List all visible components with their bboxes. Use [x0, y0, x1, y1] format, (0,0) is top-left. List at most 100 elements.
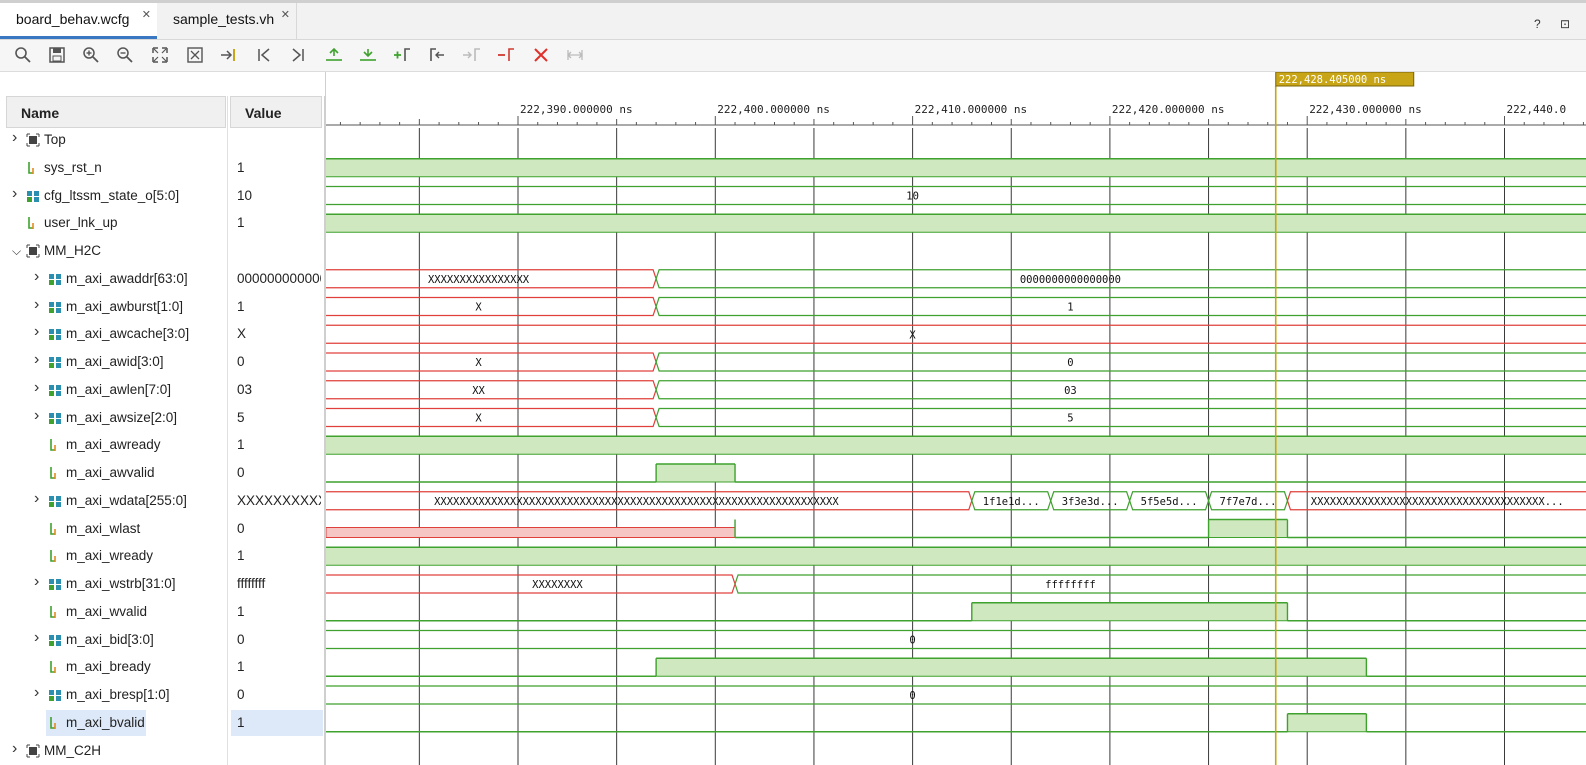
chevron-right-icon[interactable]: ›	[34, 351, 39, 369]
next-marker-icon[interactable]	[460, 45, 482, 65]
signal-row[interactable]: › m_axi_awsize[2:0] 5	[0, 404, 325, 432]
bus-value-label: 1	[1067, 302, 1073, 314]
waveform-viewer[interactable]: 222,390.000000 ns 222,400.000000 ns 222,41…	[325, 72, 1586, 765]
signal-row[interactable]: m_axi_awvalid 0	[0, 459, 325, 487]
signal-row[interactable]: › m_axi_awlen[7:0] 03	[0, 376, 325, 404]
bus-signal-icon	[48, 577, 62, 591]
close-icon[interactable]: ✕	[281, 8, 290, 21]
chevron-right-icon[interactable]: ›	[34, 629, 39, 647]
bus-segment	[326, 185, 1586, 206]
bus-signal-icon	[48, 355, 62, 369]
signal-value: 5	[237, 409, 245, 425]
chevron-right-icon[interactable]: ›	[34, 296, 39, 314]
signal-name: m_axi_awlen[7:0]	[66, 381, 172, 397]
go-to-last-time-icon[interactable]	[287, 45, 309, 65]
signal-group-row[interactable]: › Top	[0, 126, 325, 154]
signal-name: m_axi_awaddr[63:0]	[66, 270, 188, 286]
waveform-high	[326, 547, 1586, 566]
waveform-high	[326, 158, 1586, 177]
chevron-right-icon[interactable]: ›	[34, 684, 39, 702]
close-icon[interactable]: ✕	[142, 8, 151, 21]
bit-signal-icon	[48, 549, 62, 563]
delete-all-markers-icon[interactable]	[530, 45, 552, 65]
bus-signal-icon	[48, 411, 62, 425]
signal-row[interactable]: › m_axi_bid[3:0] 0	[0, 626, 325, 654]
signal-value: 1	[237, 298, 245, 314]
signal-name: sys_rst_n	[44, 159, 102, 175]
previous-marker-icon[interactable]	[426, 45, 448, 65]
value-column-header[interactable]: Value	[230, 96, 322, 128]
signal-row[interactable]: › m_axi_awburst[1:0] 1	[0, 293, 325, 321]
waveform-canvas[interactable]: 222,390.000000 ns 222,400.000000 ns 222,41…	[326, 72, 1586, 765]
tab-board-behav[interactable]: board_behav.wcfg ✕	[0, 3, 157, 39]
signal-row[interactable]: › m_axi_wdata[255:0] XXXXXXXXXXX	[0, 487, 325, 515]
signal-group-row[interactable]: › MM_C2H	[0, 737, 325, 765]
signal-row[interactable]: m_axi_bready 1	[0, 653, 325, 681]
snap-to-transition-icon[interactable]	[564, 45, 586, 65]
signal-row[interactable]: m_axi_wvalid 1	[0, 598, 325, 626]
bus-segment	[326, 629, 1586, 650]
signal-row[interactable]: m_axi_wready 1	[0, 542, 325, 570]
chevron-right-icon[interactable]: ›	[34, 323, 39, 341]
zoom-fit-icon[interactable]	[149, 45, 171, 65]
chevron-down-icon[interactable]: ⌵	[12, 244, 21, 259]
waveform-undefined	[326, 527, 736, 538]
signal-name: m_axi_awready	[66, 437, 161, 453]
signal-row[interactable]: › m_axi_wstrb[31:0] ffffffff	[0, 570, 325, 598]
waveform-high	[326, 214, 1586, 233]
signal-row[interactable]: sys_rst_n 1	[0, 154, 325, 182]
previous-transition-icon[interactable]	[323, 45, 345, 65]
signal-name: m_axi_wready	[66, 548, 154, 564]
bit-signal-icon	[26, 161, 40, 175]
zoom-full-icon[interactable]	[184, 45, 206, 65]
save-icon[interactable]	[46, 45, 68, 65]
delete-marker-icon[interactable]	[495, 45, 517, 65]
signal-name: MM_H2C	[44, 243, 102, 258]
bus-value-label: X	[475, 413, 482, 425]
bus-signal-icon	[48, 383, 62, 397]
bit-signal-icon	[48, 522, 62, 536]
signal-row[interactable]: m_axi_awready 1	[0, 431, 325, 459]
bit-signal-icon	[48, 438, 62, 452]
chevron-right-icon[interactable]: ›	[34, 407, 39, 425]
bus-value-label: X	[475, 302, 482, 314]
bus-signal-icon	[48, 494, 62, 508]
chevron-right-icon[interactable]: ›	[34, 573, 39, 591]
signal-row[interactable]: m_axi_wlast 0	[0, 515, 325, 543]
tab-sample-tests[interactable]: sample_tests.vh ✕	[157, 3, 297, 39]
chevron-right-icon[interactable]: ›	[34, 379, 39, 397]
bus-value-label: 10	[906, 191, 919, 203]
signal-row[interactable]: › m_axi_bresp[1:0] 0	[0, 681, 325, 709]
chevron-right-icon[interactable]: ›	[12, 129, 17, 147]
signal-name: m_axi_bvalid	[66, 714, 145, 730]
chevron-right-icon[interactable]: ›	[34, 268, 39, 286]
add-marker-icon[interactable]	[391, 45, 413, 65]
chevron-right-icon[interactable]: ›	[12, 185, 17, 203]
next-transition-icon[interactable]	[357, 45, 379, 65]
go-to-cursor-icon[interactable]	[218, 45, 240, 65]
zoom-in-icon[interactable]	[80, 45, 102, 65]
bus-value-label: XXXXXXXXXXXXXXXX	[428, 274, 530, 286]
signal-row[interactable]: › m_axi_awid[3:0] 0	[0, 348, 325, 376]
window-controls[interactable]: ? ⊡	[1534, 17, 1578, 31]
name-column-header[interactable]: Name	[6, 96, 226, 128]
signal-row[interactable]: user_lnk_up 1	[0, 209, 325, 237]
bus-value-label: XX	[472, 385, 485, 397]
chevron-right-icon[interactable]: ›	[12, 740, 17, 758]
signal-row[interactable]: › m_axi_awcache[3:0] X	[0, 320, 325, 348]
search-icon[interactable]	[12, 45, 34, 65]
signal-value: ffffffff	[237, 576, 266, 591]
signal-value: 000000000000	[237, 270, 321, 286]
bus-segment	[326, 296, 657, 317]
zoom-out-icon[interactable]	[114, 45, 136, 65]
signal-group-row[interactable]: ⌵ MM_H2C	[0, 237, 325, 265]
tab-label: sample_tests.vh	[173, 11, 275, 27]
signal-row[interactable]: › m_axi_awaddr[63:0] 000000000000	[0, 265, 325, 293]
signal-row[interactable]: m_axi_bvalid 1	[0, 709, 325, 737]
chevron-right-icon[interactable]: ›	[34, 490, 39, 508]
signal-row[interactable]: › cfg_ltssm_state_o[5:0] 10	[0, 182, 325, 210]
bus-segment	[655, 352, 1586, 372]
go-to-time-zero-icon[interactable]	[253, 45, 275, 65]
bus-value-label: 5f5e5d...	[1141, 496, 1198, 508]
timeline-label: 222,400.000000 ns	[717, 103, 830, 116]
